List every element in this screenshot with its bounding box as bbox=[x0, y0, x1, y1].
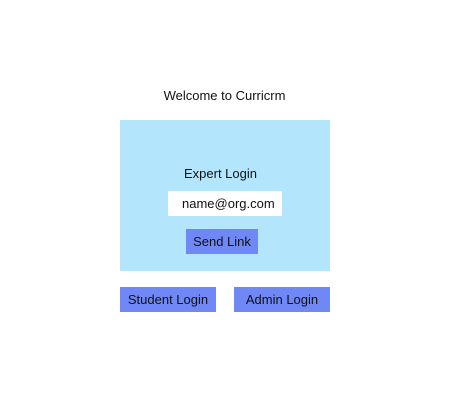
send-link-button[interactable]: Send Link bbox=[186, 229, 258, 254]
email-input[interactable] bbox=[168, 191, 282, 216]
student-login-button[interactable]: Student Login bbox=[120, 287, 216, 312]
welcome-heading: Welcome to Curricrm bbox=[163, 88, 286, 103]
expert-login-title: Expert Login bbox=[184, 166, 257, 181]
admin-login-button[interactable]: Admin Login bbox=[234, 287, 330, 312]
expert-login-panel: Expert Login Send Link bbox=[120, 120, 330, 271]
